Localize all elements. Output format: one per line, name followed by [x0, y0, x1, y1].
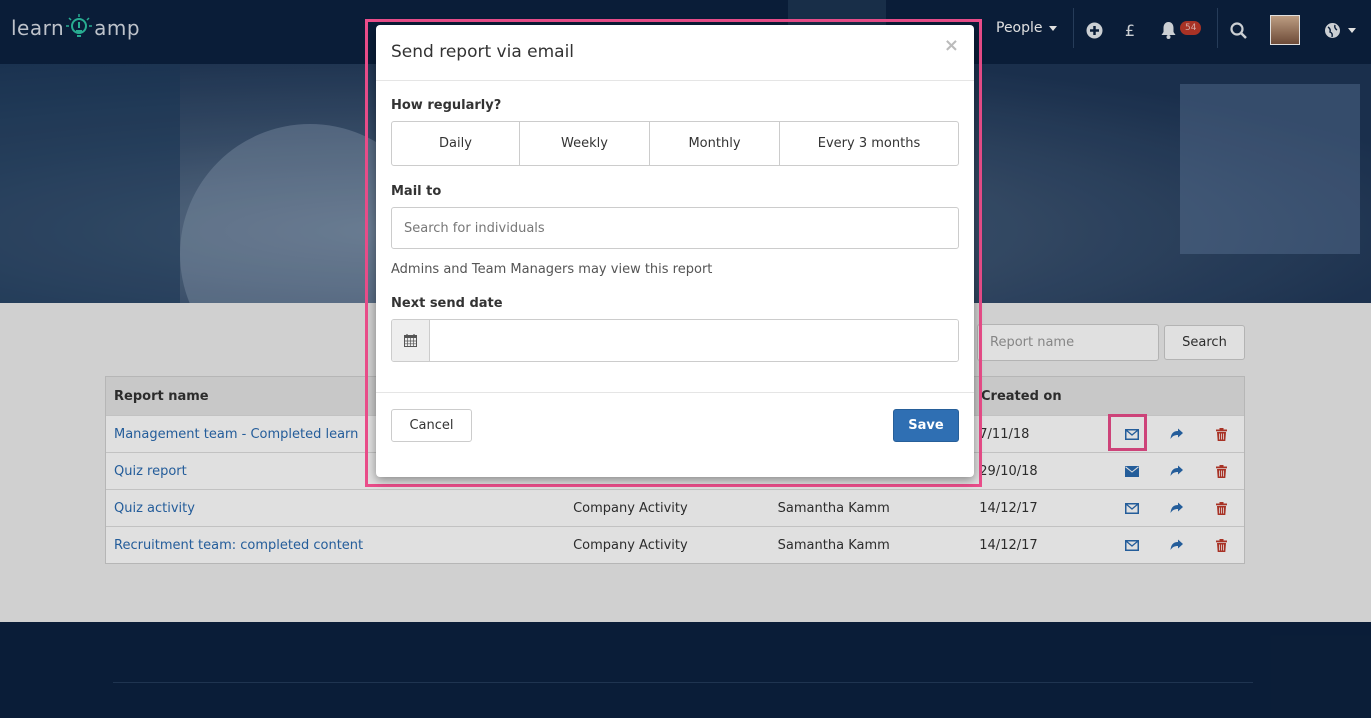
calendar-icon[interactable]: [392, 320, 430, 361]
save-button[interactable]: Save: [893, 409, 959, 442]
next-send-date-label: Next send date: [391, 296, 503, 311]
close-icon[interactable]: ×: [944, 35, 959, 56]
mail-to-search-input[interactable]: [391, 207, 959, 249]
visibility-help-text: Admins and Team Managers may view this r…: [391, 262, 713, 277]
next-send-date-input[interactable]: [430, 320, 958, 361]
modal-header: Send report via email ×: [376, 25, 974, 81]
modal-footer: Cancel Save: [376, 392, 974, 477]
send-report-modal: Send report via email × How regularly? D…: [376, 25, 974, 477]
frequency-monthly-button[interactable]: Monthly: [649, 121, 780, 166]
next-send-date-group: [391, 319, 959, 362]
frequency-daily-button[interactable]: Daily: [391, 121, 520, 166]
mail-to-label: Mail to: [391, 184, 442, 199]
frequency-3-months-button[interactable]: Every 3 months: [779, 121, 959, 166]
frequency-button-group: Daily Weekly Monthly Every 3 months: [391, 121, 959, 166]
regularity-label: How regularly?: [391, 98, 502, 113]
modal-title: Send report via email: [391, 42, 575, 62]
frequency-weekly-button[interactable]: Weekly: [519, 121, 650, 166]
cancel-button[interactable]: Cancel: [391, 409, 472, 442]
